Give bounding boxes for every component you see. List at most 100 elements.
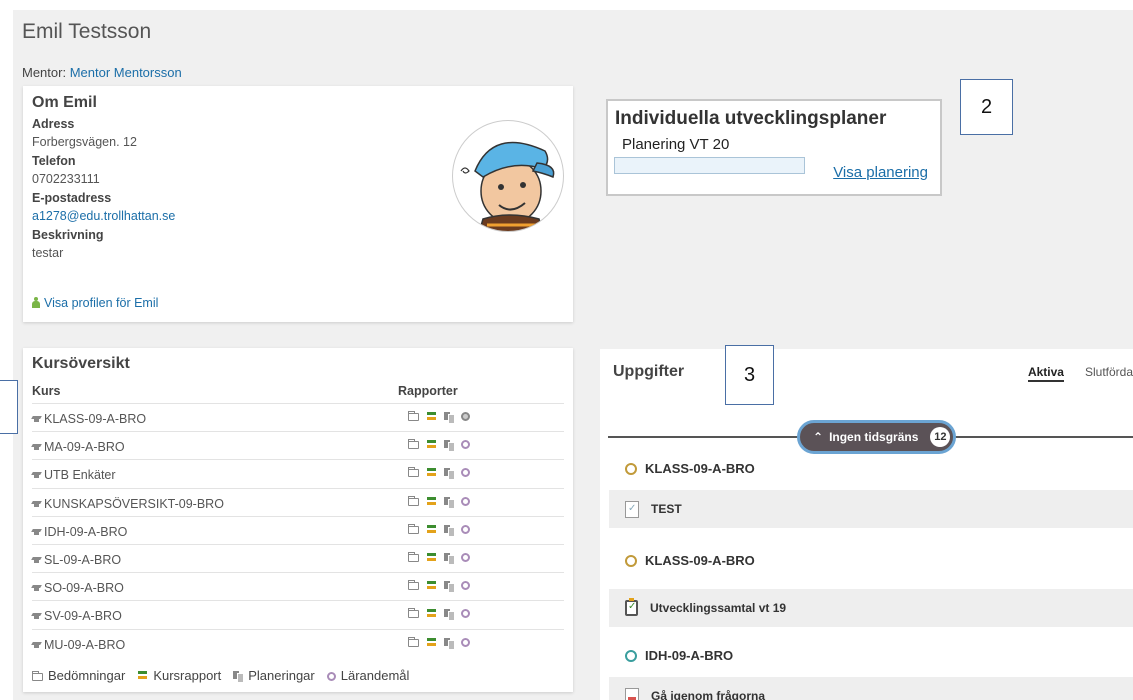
course-row[interactable]: MU-09-A-BRO — [32, 628, 564, 657]
report-icon[interactable] — [426, 608, 437, 620]
course-name[interactable]: KUNSKAPSÖVERSIKT-09-BRO — [32, 497, 224, 511]
report-icons — [408, 608, 470, 622]
tab-completed-tasks[interactable]: Slutförda — [1085, 365, 1133, 382]
planning-icon[interactable] — [444, 439, 455, 453]
course-name[interactable]: IDH-09-A-BRO — [32, 525, 127, 539]
course-list: KLASS-09-A-BRO MA-09-A-BRO UTB Enkäter KUNS… — [32, 403, 564, 657]
goal-icon[interactable] — [461, 609, 470, 619]
planning-icon[interactable] — [444, 608, 455, 622]
folder-icon[interactable] — [408, 636, 419, 647]
goal-icon[interactable] — [461, 412, 470, 421]
folder-icon[interactable] — [408, 523, 419, 534]
planning-icon[interactable] — [444, 496, 455, 509]
task-group-name: KLASS-09-A-BRO — [645, 461, 755, 476]
course-name[interactable]: MA-09-A-BRO — [32, 440, 125, 454]
task-title: TEST — [651, 502, 682, 516]
course-row[interactable]: SV-09-A-BRO — [32, 600, 564, 628]
email-link[interactable]: a1278@edu.trollhattan.se — [32, 209, 175, 223]
clipboard-check-icon — [625, 598, 638, 616]
course-row[interactable]: SO-09-A-BRO — [32, 572, 564, 600]
status-ring-icon — [625, 649, 637, 662]
course-row[interactable]: MA-09-A-BRO — [32, 431, 564, 459]
course-name[interactable]: SO-09-A-BRO — [32, 581, 124, 595]
report-icon[interactable] — [426, 637, 437, 649]
report-icons — [408, 551, 470, 565]
course-row[interactable]: KUNSKAPSÖVERSIKT-09-BRO — [32, 487, 564, 516]
goal-icon[interactable] — [461, 581, 470, 591]
legend-course-report: Kursrapport — [137, 668, 221, 683]
course-name-label: SL-09-A-BRO — [44, 552, 122, 567]
iup-title: Individuella utvecklingsplaner — [615, 108, 887, 129]
about-title: Om Emil — [32, 94, 97, 111]
goal-icon[interactable] — [461, 637, 470, 647]
task-item[interactable]: TEST — [609, 490, 1133, 528]
task-group-header[interactable]: KLASS-09-A-BRO — [625, 553, 755, 568]
report-icon[interactable] — [426, 580, 437, 592]
report-icons — [408, 495, 470, 509]
planning-icon[interactable] — [444, 580, 455, 594]
mentor-link[interactable]: Mentor Mentorsson — [70, 65, 182, 80]
report-icons — [408, 467, 470, 481]
course-name[interactable]: SL-09-A-BRO — [32, 553, 121, 567]
course-name-label: UTB Enkäter — [44, 468, 116, 483]
task-group-header[interactable]: IDH-09-A-BRO — [625, 648, 733, 663]
no-deadline-toggle[interactable]: ⌃ Ingen tidsgräns 12 — [797, 420, 956, 454]
report-icons — [408, 636, 470, 650]
goal-icon[interactable] — [461, 524, 470, 534]
report-icon[interactable] — [426, 496, 437, 508]
show-plan-link[interactable]: Visa planering — [833, 164, 928, 181]
report-icons — [408, 523, 470, 537]
task-item[interactable]: Gå igenom frågorna — [609, 677, 1133, 700]
planning-icon[interactable] — [444, 637, 455, 650]
graduation-cap-icon — [32, 613, 41, 620]
folder-icon[interactable] — [408, 551, 419, 562]
view-profile-link[interactable]: Visa profilen för Emil — [32, 296, 158, 310]
course-row[interactable]: IDH-09-A-BRO — [32, 515, 564, 544]
course-name[interactable]: UTB Enkäter — [32, 468, 116, 482]
folder-icon[interactable] — [408, 411, 419, 421]
view-profile-label: Visa profilen för Emil — [44, 296, 159, 310]
folder-icon[interactable] — [408, 608, 419, 619]
task-tabs: Aktiva Slutförda — [1027, 365, 1133, 382]
planning-icon[interactable] — [444, 467, 455, 481]
report-icon[interactable] — [426, 524, 437, 536]
report-icon[interactable] — [426, 411, 437, 423]
tab-active-tasks[interactable]: Aktiva — [1027, 365, 1064, 382]
goal-icon[interactable] — [461, 468, 470, 478]
task-group-header[interactable]: KLASS-09-A-BRO — [625, 461, 755, 476]
student-name: Emil Testsson — [22, 20, 152, 43]
goal-icon[interactable] — [461, 496, 470, 506]
chevron-up-icon: ⌃ — [813, 430, 824, 444]
goal-icon[interactable] — [461, 552, 470, 562]
folder-icon[interactable] — [408, 580, 419, 591]
folder-icon[interactable] — [408, 495, 419, 506]
folder-icon[interactable] — [408, 439, 419, 450]
avatar — [452, 120, 564, 232]
goal-icon[interactable] — [461, 440, 470, 450]
course-row[interactable]: SL-09-A-BRO — [32, 543, 564, 572]
task-group-name: IDH-09-A-BRO — [645, 648, 734, 663]
report-icon — [137, 670, 148, 682]
planning-icon[interactable] — [444, 411, 455, 424]
report-icons — [408, 439, 470, 453]
course-name[interactable]: MU-09-A-BRO — [32, 638, 125, 652]
planning-icon[interactable] — [444, 552, 455, 565]
col-course-header: Kurs — [32, 384, 61, 398]
course-name[interactable]: SV-09-A-BRO — [32, 609, 122, 623]
course-name[interactable]: KLASS-09-A-BRO — [32, 412, 146, 426]
no-deadline-label: Ingen tidsgräns — [829, 430, 919, 444]
course-name-label: KLASS-09-A-BRO — [44, 412, 147, 426]
legend-assessments: Bedömningar — [32, 668, 125, 683]
description-value: testar — [32, 246, 64, 260]
course-row[interactable]: UTB Enkäter — [32, 459, 564, 487]
report-icon[interactable] — [426, 467, 437, 479]
course-row[interactable]: KLASS-09-A-BRO — [32, 403, 564, 431]
folder-icon[interactable] — [408, 467, 419, 478]
report-icon[interactable] — [426, 552, 437, 564]
report-icon[interactable] — [426, 439, 437, 451]
task-item[interactable]: Utvecklingssamtal vt 19 — [609, 589, 1133, 627]
legend-plannings: Planeringar — [233, 668, 315, 683]
planning-icon[interactable] — [444, 524, 455, 537]
course-name-label: IDH-09-A-BRO — [44, 524, 128, 539]
legend-learning-goals: Lärandemål — [326, 668, 409, 683]
